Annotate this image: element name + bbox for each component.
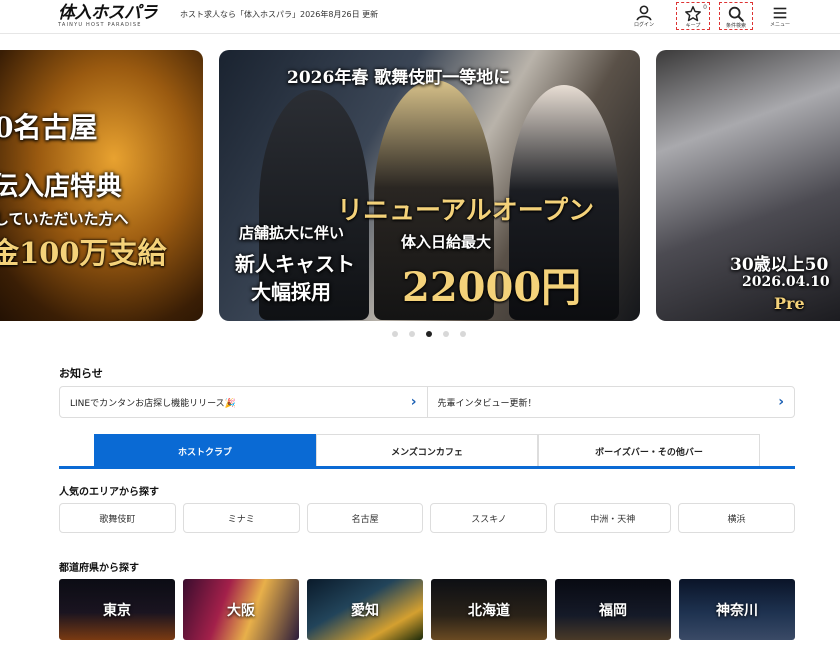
chevron-right-icon: › [410, 394, 417, 410]
banner-headline: 2026年春 歌舞伎町一等地に [287, 68, 511, 88]
updated-date: 2026年8月26日 更新 [300, 10, 379, 19]
banner-text: 金100万支給 [0, 236, 167, 270]
area-button[interactable]: 名古屋 [306, 503, 424, 533]
news-item[interactable]: 先輩インタビュー更新！ › [426, 387, 795, 417]
prefecture-tile[interactable]: 東京 [59, 579, 175, 640]
banner-sub: 大幅採用 [251, 280, 331, 304]
news-title: お知らせ [59, 367, 103, 380]
banner-slide-current[interactable]: 2026年春 歌舞伎町一等地に リニューアルオープン 体入日給最大 22000円… [219, 50, 640, 321]
banner-text: Pre [774, 294, 805, 313]
login-button[interactable]: ログイン [627, 2, 661, 30]
menu-icon [773, 7, 787, 19]
star-icon [685, 6, 701, 22]
tab-boys-bar[interactable]: ボーイズバー・その他バー [538, 434, 760, 467]
keep-label: キープ [685, 23, 701, 29]
category-tabs: ホストクラブ メンズコンカフェ ボーイズバー・その他バー [94, 434, 760, 467]
carousel-dot[interactable] [460, 331, 466, 337]
areas-title: 人気のエリアから探す [59, 487, 159, 498]
prefecture-tile[interactable]: 愛知 [307, 579, 423, 640]
tab-host-club[interactable]: ホストクラブ [94, 434, 316, 467]
banner-text: 伝入店特典 [0, 172, 123, 202]
prefecture-tile[interactable]: 福岡 [555, 579, 671, 640]
carousel-dot[interactable] [443, 331, 449, 337]
user-icon [636, 5, 652, 21]
banner-renewal: リニューアルオープン [337, 196, 595, 226]
area-list: 歌舞伎町 ミナミ 名古屋 ススキノ 中洲・天神 横浜 [59, 503, 795, 533]
prefectures-title: 都道府県から探す [59, 563, 139, 574]
keep-button[interactable]: キープ 0 [676, 2, 710, 30]
news-item[interactable]: LINEでカンタンお店探し機能リリース🎉 › [60, 387, 427, 417]
area-button[interactable]: 歌舞伎町 [59, 503, 176, 533]
menu-label: メニュー [769, 22, 790, 28]
chevron-right-icon: › [778, 394, 784, 410]
banner-pay-amount: 22000円 [402, 264, 582, 311]
area-button[interactable]: 中洲・天神 [554, 503, 672, 533]
site-header: 体入ホスパラ TAINYU HOST PARADISE ホスト求人なら「体入ホス… [0, 0, 840, 34]
banner-slide-next[interactable]: 30歳以上50 2026.04.10 Pre [656, 50, 840, 321]
login-label: ログイン [633, 22, 654, 28]
carousel-dot-active[interactable] [426, 331, 432, 337]
area-button[interactable]: ススキノ [430, 503, 548, 533]
area-button[interactable]: ミナミ [182, 503, 300, 533]
banner-text: していただいた方へ [0, 210, 129, 228]
prefecture-tile[interactable]: 神奈川 [679, 579, 795, 640]
banner-slide-prev[interactable]: 0名古屋 伝入店特典 していただいた方へ 金100万支給 [0, 50, 203, 321]
prefecture-tile[interactable]: 大阪 [183, 579, 299, 640]
logo-text: 体入ホスパラ [58, 3, 158, 23]
banner-text: 0名古屋 [0, 111, 98, 144]
banner-text: 30歳以上50 [730, 255, 829, 275]
news-item-text: 先輩インタビュー更新！ [437, 398, 537, 409]
search-icon [728, 6, 744, 22]
site-tagline: ホスト求人なら「体入ホスパラ」 [180, 10, 300, 19]
banner-sub: 新人キャスト [235, 252, 355, 276]
tab-underline [59, 466, 795, 469]
carousel-dot[interactable] [392, 331, 398, 337]
tab-mens-concafe[interactable]: メンズコンカフェ [316, 434, 538, 467]
news-list: LINEでカンタンお店探し機能リリース🎉 › 先輩インタビュー更新！ › [59, 386, 795, 418]
search-button[interactable]: 条件検索 [719, 2, 753, 30]
news-item-text: LINEでカンタンお店探し機能リリース🎉 [70, 398, 236, 409]
area-button[interactable]: 横浜 [678, 503, 795, 533]
menu-button[interactable]: メニュー [763, 2, 797, 30]
logo-subtitle: TAINYU HOST PARADISE [58, 22, 142, 28]
search-label: 条件検索 [725, 23, 746, 29]
banner-text: 2026.04.10 [742, 274, 830, 290]
prefecture-list: 東京 大阪 愛知 北海道 福岡 神奈川 [59, 579, 795, 640]
keep-count-badge: 0 [703, 4, 707, 11]
carousel-pagination [392, 331, 466, 337]
carousel-dot[interactable] [409, 331, 415, 337]
banner-pay-label: 体入日給最大 [401, 233, 492, 251]
site-logo[interactable]: 体入ホスパラ TAINYU HOST PARADISE [58, 3, 158, 28]
banner-carousel: 0名古屋 伝入店特典 していただいた方へ 金100万支給 2026年春 歌舞伎町… [0, 50, 840, 322]
prefecture-tile[interactable]: 北海道 [431, 579, 547, 640]
banner-sub: 店舗拡大に伴い [239, 224, 345, 242]
